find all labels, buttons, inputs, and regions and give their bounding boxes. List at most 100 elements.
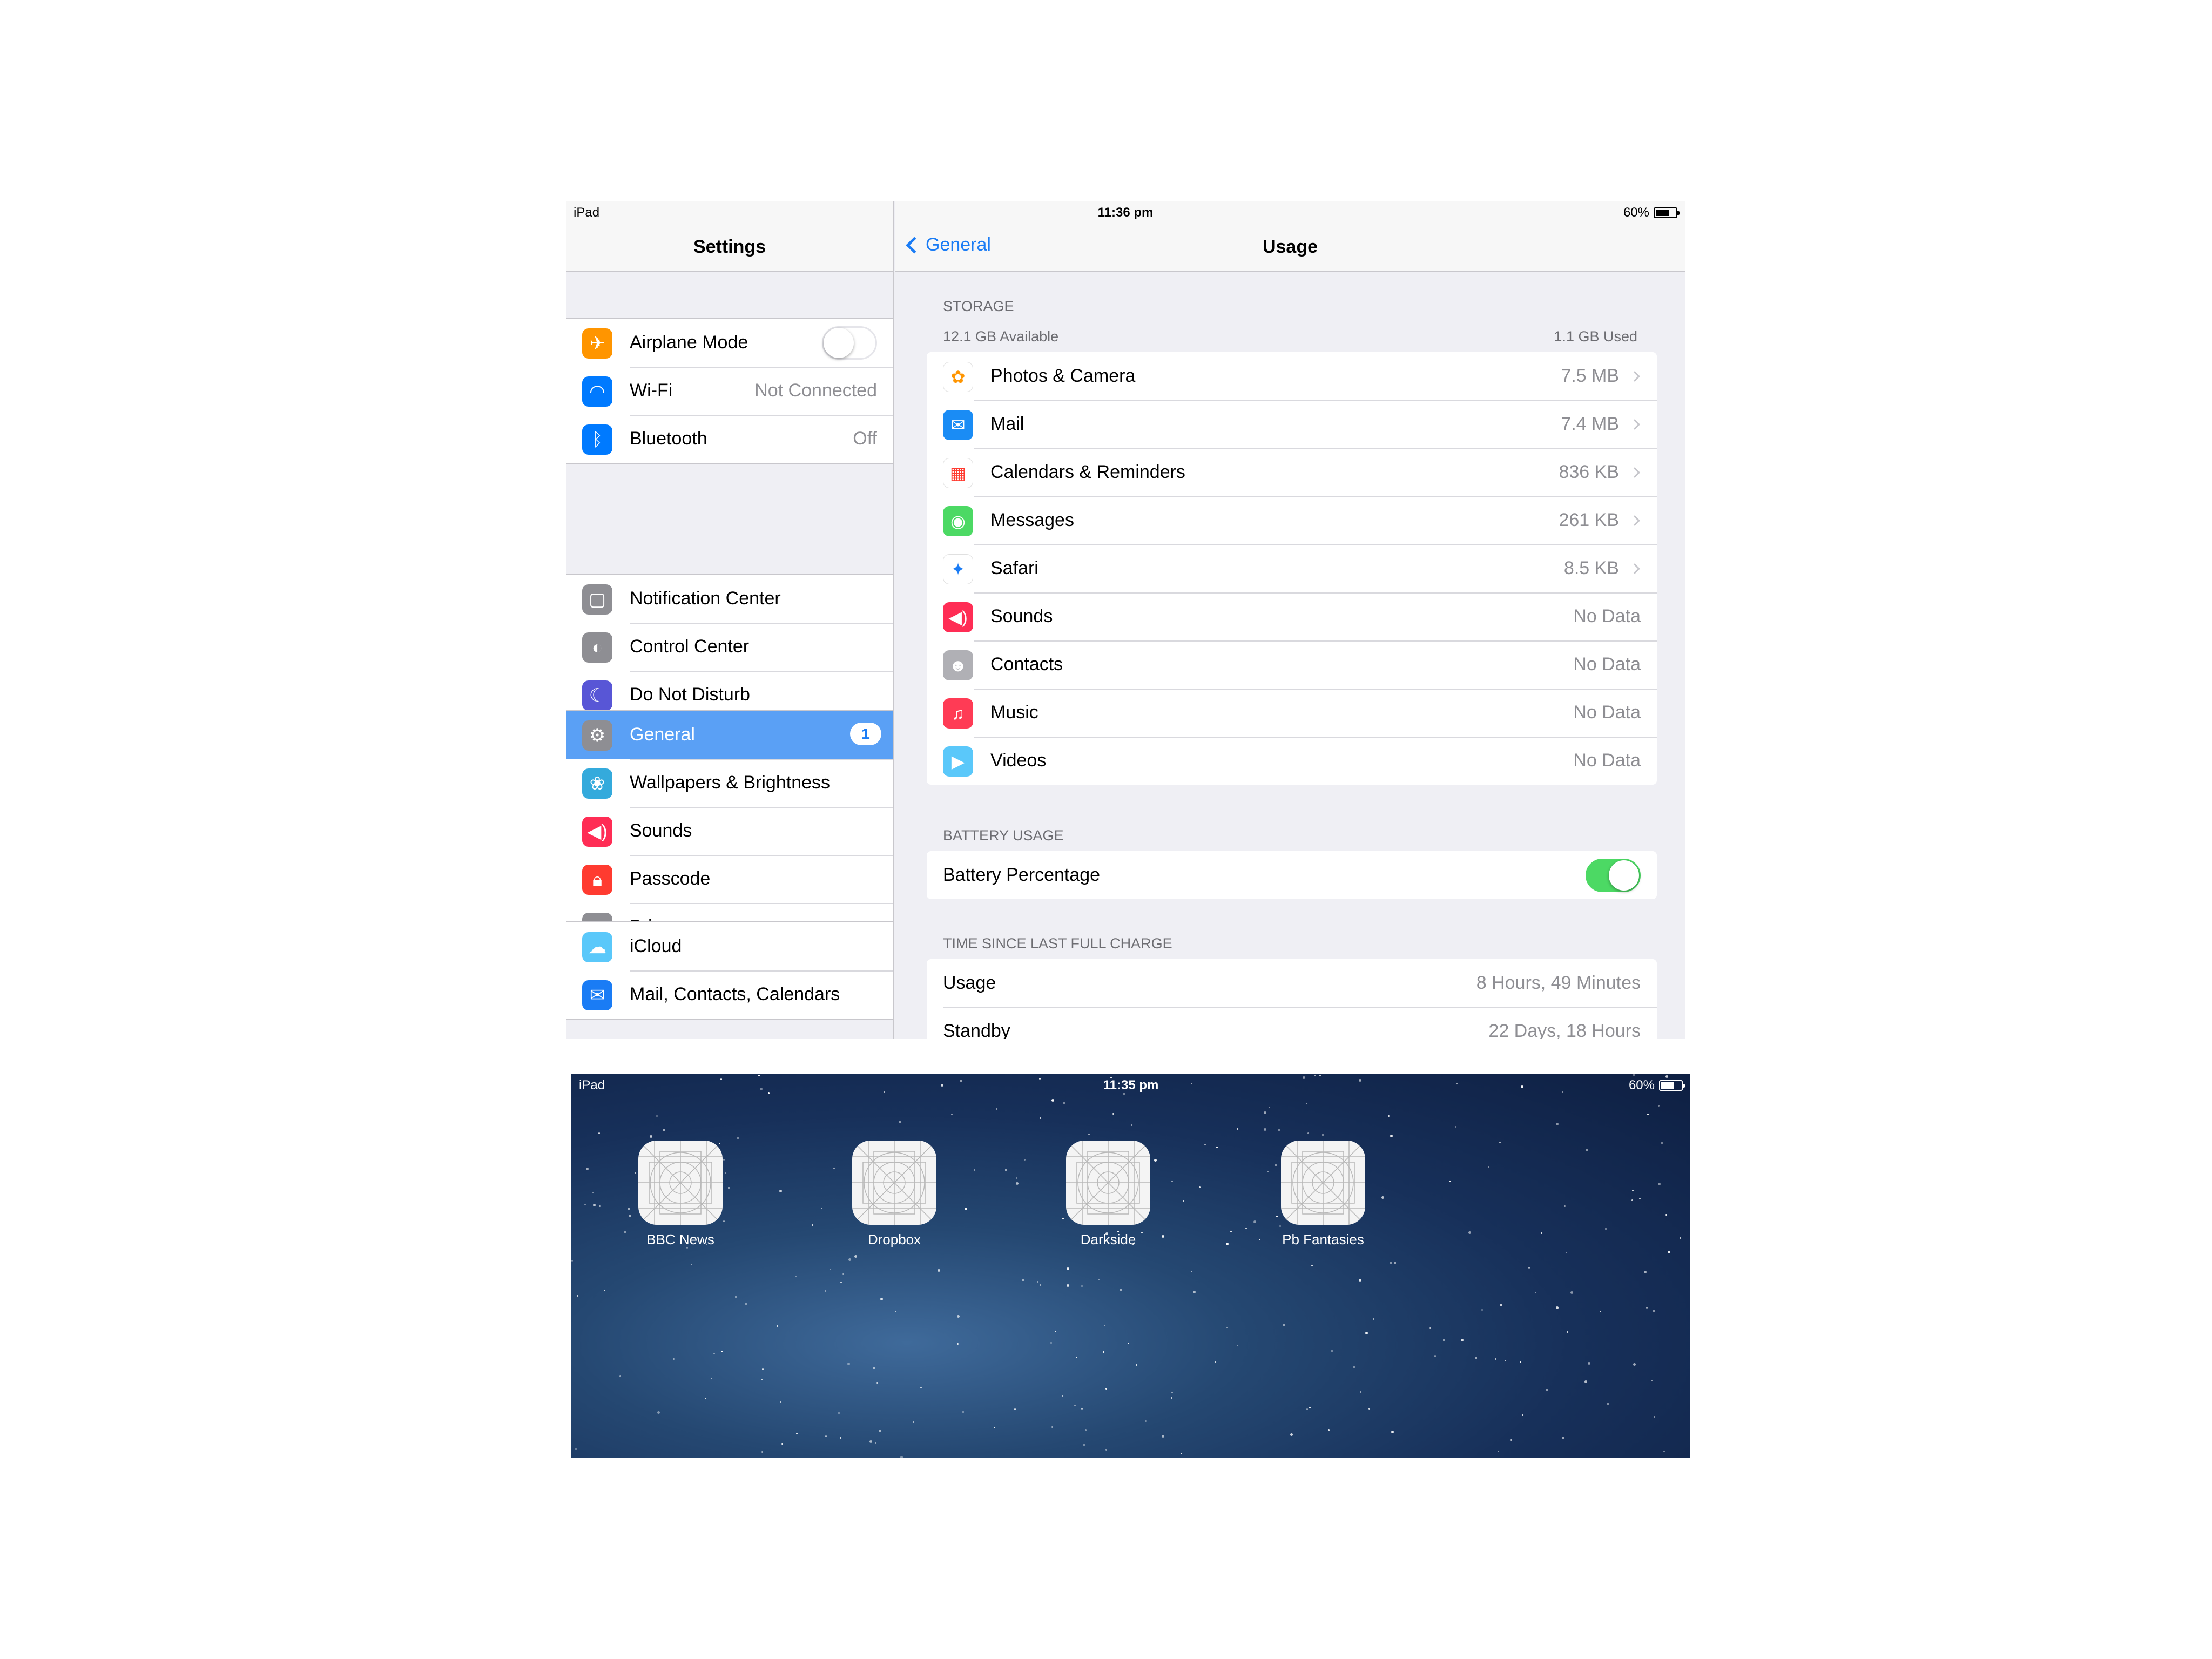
star [1193,1291,1196,1293]
star [1083,1444,1085,1446]
music-icon: ♫ [943,698,973,729]
star [1085,1429,1087,1431]
storage-item-label: Safari [990,558,1038,578]
app-pb-fantasies[interactable]: Pb Fantasies [1258,1141,1388,1248]
settings-item-label: Sounds [630,820,692,841]
storage-item-size: No Data [1573,654,1641,675]
storage-available: 12.1 GB Available [943,328,1059,345]
charge-list: Usage 8 Hours, 49 Minutes Standby 22 Days, … [927,959,1657,1039]
star [1306,1408,1308,1410]
star [650,1135,652,1138]
star [1665,1214,1667,1216]
star [1237,1128,1238,1130]
star [1541,1232,1542,1234]
star [593,1204,596,1206]
storage-item-calendars-reminders[interactable]: ▦ Calendars & Reminders 836 KB [927,448,1657,496]
settings-item-notification-center[interactable]: ▢ Notification Center [566,575,893,623]
app-darkside[interactable]: Darkside [1043,1141,1173,1248]
star [1226,1327,1228,1328]
settings-item-wi-fi[interactable]: ◠ Wi-Fi Not Connected [566,367,893,415]
star [1264,1128,1266,1131]
storage-used: 1.1 GB Used [1554,328,1637,345]
settings-item-bluetooth[interactable]: ᛒ Bluetooth Off [566,415,893,463]
airplane-mode-toggle[interactable] [822,326,877,360]
storage-item-sounds: ◀) Sounds No Data [927,592,1657,640]
star [1278,1129,1280,1131]
storage-item-safari[interactable]: ✦ Safari 8.5 KB [927,544,1657,592]
settings-item-sounds[interactable]: ◀) Sounds [566,807,893,855]
star [1171,1397,1172,1399]
star [869,1440,872,1443]
settings-item-icloud[interactable]: ☁ iCloud [566,922,893,970]
settings-screenshot: Settings ✈ Airplane Mode ◠ Wi-Fi Not Connect… [566,201,1685,1039]
star [812,1224,813,1226]
app-dropbox[interactable]: Dropbox [830,1141,959,1248]
star [1353,1366,1355,1368]
star [1309,1407,1311,1408]
contacts-icon: ☻ [943,650,973,680]
safari-icon: ✦ [943,554,973,584]
star [821,1208,822,1209]
star [761,1451,763,1453]
star [825,1290,826,1292]
settings-item-airplane-mode[interactable]: ✈ Airplane Mode [566,319,893,367]
charge-row-usage: Usage 8 Hours, 49 Minutes [927,959,1657,1007]
star [1050,1342,1052,1344]
status-bar: iPad 11:36 pm 60% [566,201,1685,225]
battery-percent: 60% [1623,205,1649,220]
settings-item-control-center[interactable]: ◐ Control Center [566,623,893,671]
star [1104,1325,1105,1326]
star [598,1132,600,1134]
star [1556,1306,1559,1309]
storage-item-messages[interactable]: ◉ Messages 261 KB [927,496,1657,544]
star [1644,1271,1647,1273]
star [1658,1183,1661,1185]
battery-percentage-toggle[interactable] [1586,859,1641,892]
star [1103,1351,1104,1353]
star [1051,1426,1053,1428]
star [1647,1114,1649,1115]
lock-icon: 🔒︎ [582,865,612,895]
star [604,1290,605,1291]
settings-item-general[interactable]: ⚙ General 1 [566,711,893,759]
home-screen-screenshot: iPad 11:35 pm 60% BBC News Dropbox Darksid… [571,1074,1690,1458]
star [1475,1357,1477,1359]
star [1651,1380,1653,1381]
storage-item-photos-camera[interactable]: ✿ Photos & Camera 7.5 MB [927,352,1657,400]
star [1322,1134,1324,1136]
storage-item-size: No Data [1573,702,1641,723]
star [1022,1279,1024,1281]
settings-item-passcode[interactable]: 🔒︎ Passcode [566,855,893,903]
star [848,1258,851,1261]
star [1131,1124,1132,1126]
settings-item-label: Bluetooth [630,428,707,449]
star [1024,1159,1026,1161]
star [1461,1339,1464,1341]
star [1076,1357,1077,1358]
chevron-right-icon [1629,515,1640,526]
settings-item-mail-contacts-calendars[interactable]: ✉ Mail, Contacts, Calendars [566,970,893,1019]
settings-item-label: Passcode [630,868,711,889]
star [1600,1311,1601,1312]
storage-item-label: Photos & Camera [990,366,1136,386]
star [1040,1284,1041,1286]
star [830,1269,831,1270]
storage-item-mail[interactable]: ✉ Mail 7.4 MB [927,400,1657,448]
star [737,1137,739,1139]
star [577,1295,578,1297]
star [1663,1451,1665,1452]
app-bbc-news[interactable]: BBC News [616,1141,745,1248]
settings-group: ▢ Notification Center ◐ Control Center ☾ Do N… [566,574,893,720]
star [873,1367,875,1369]
star [1498,1451,1499,1452]
star [1520,1361,1521,1363]
star [1311,1265,1313,1266]
star [838,1412,840,1414]
settings-item-wallpapers-brightness[interactable]: ❀ Wallpapers & Brightness [566,759,893,807]
star [1633,1363,1636,1366]
star [957,1315,960,1318]
star [895,1311,896,1312]
status-time: 11:36 pm [1097,205,1154,220]
star [1390,1262,1392,1264]
battery-percentage-row[interactable]: Battery Percentage [927,851,1657,899]
